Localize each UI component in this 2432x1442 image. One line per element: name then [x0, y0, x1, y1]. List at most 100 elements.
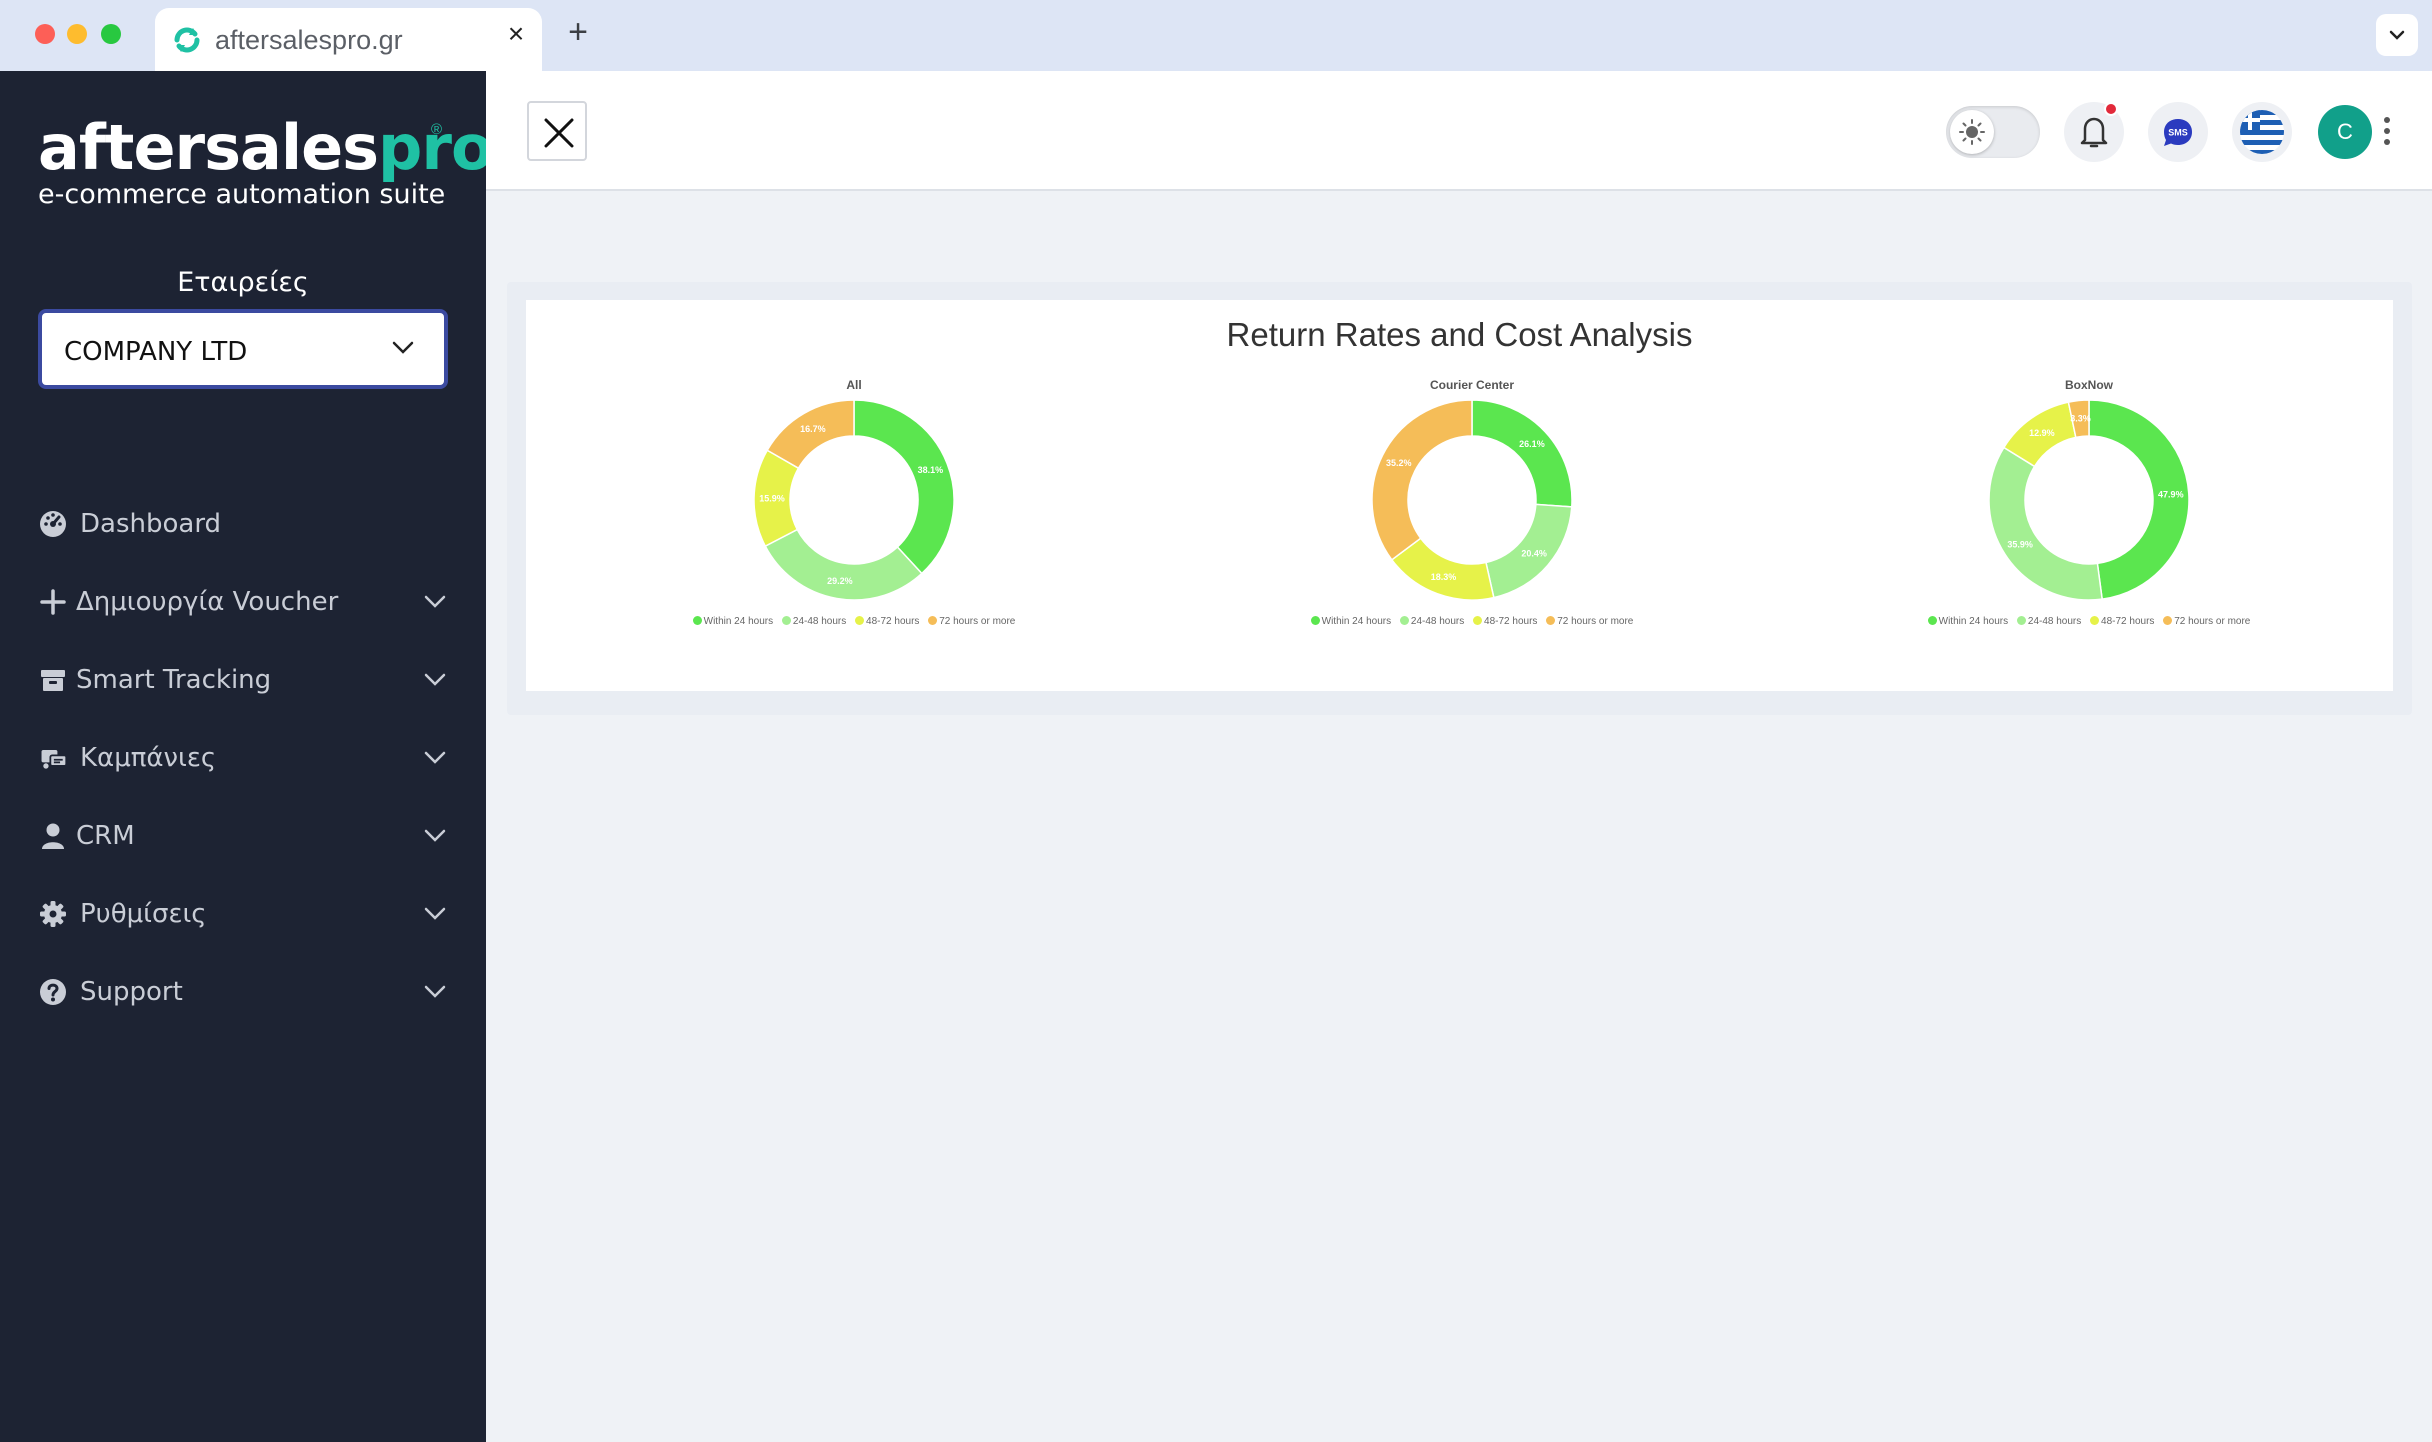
sidebar-item-smart-tracking[interactable]: Smart Tracking	[0, 647, 486, 725]
user-avatar[interactable]: C	[2318, 105, 2372, 159]
chevron-down-icon	[2389, 30, 2405, 40]
window-close-dot[interactable]	[35, 24, 55, 44]
sidebar-item-settings[interactable]: Ρυθμίσεις	[0, 881, 486, 959]
legend-dot	[928, 616, 938, 625]
donut-slice[interactable]	[1471, 400, 1572, 508]
close-sidebar-button[interactable]	[527, 101, 587, 161]
legend-label: Within 24 hours	[1938, 616, 2009, 627]
legend-item[interactable]: 24-48 hours	[781, 616, 846, 627]
legend-label: 48-72 hours	[2101, 616, 2155, 627]
donut-slice-label: 35.2%	[1386, 458, 1412, 468]
legend-item[interactable]: Within 24 hours	[1310, 616, 1392, 627]
legend-item[interactable]: 24-48 hours	[1399, 616, 1465, 627]
donut-title: BoxNow	[2065, 378, 2113, 392]
new-tab-icon[interactable]: +	[560, 14, 596, 50]
app-logo[interactable]: aftersalespro ®	[38, 111, 494, 184]
analytics-panel: Return Rates and Cost Analysis All 38.1%…	[507, 282, 2412, 715]
language-button[interactable]	[2232, 102, 2292, 162]
donut-slice-label: 3.3%	[2070, 413, 2091, 423]
chevron-down-icon	[392, 341, 414, 354]
legend-dot	[855, 616, 865, 625]
legend-label: 72 hours or more	[939, 616, 1016, 627]
sidebar-item-crm[interactable]: CRM	[0, 803, 486, 881]
more-options-icon[interactable]	[2384, 117, 2392, 147]
sms-icon: SMS	[2164, 119, 2192, 146]
legend-item[interactable]: Within 24 hours	[1927, 616, 2009, 627]
donut-slice[interactable]	[1372, 400, 1473, 561]
chevron-down-icon	[424, 907, 446, 920]
donut-slice[interactable]	[766, 400, 855, 470]
chevron-down-icon	[424, 751, 446, 764]
donut-slice-label: 12.9%	[2029, 428, 2055, 438]
legend-label: 24-48 hours	[2027, 616, 2082, 627]
sidebar-item-label: Ρυθμίσεις	[80, 899, 207, 929]
company-select-value: COMPANY LTD	[64, 337, 248, 367]
donut-slice[interactable]	[853, 400, 954, 575]
legend-item[interactable]: 24-48 hours	[2016, 616, 2082, 627]
tab-list-button[interactable]	[2376, 14, 2418, 56]
sms-label: SMS	[2168, 128, 2188, 138]
notifications-button[interactable]	[2064, 102, 2124, 162]
legend-label: 72 hours or more	[1557, 616, 1634, 627]
logo-tagline: e-commerce automation suite	[38, 179, 446, 210]
legend-label: Within 24 hours	[1321, 616, 1392, 627]
legend-item[interactable]: 72 hours or more	[1546, 616, 1633, 627]
tab-title: aftersalespro.gr	[215, 25, 403, 55]
box-icon	[41, 670, 65, 691]
sidebar-item-label: Dashboard	[80, 509, 222, 539]
legend-item[interactable]: 72 hours or more	[928, 616, 1015, 627]
sidebar-item-dashboard[interactable]: Dashboard	[0, 491, 486, 569]
donut-slice-label: 26.1%	[1519, 439, 1545, 449]
sidebar-item-support[interactable]: Support	[0, 959, 486, 1037]
donut-chart-all: All 38.1% 29.2% 15.9% 16.7% Within 24 hours…	[654, 370, 1054, 660]
sidebar-item-create-voucher[interactable]: Δημιουργία Voucher	[0, 569, 486, 647]
theme-toggle[interactable]	[1946, 106, 2040, 158]
legend-dot	[1399, 616, 1409, 625]
sidebar-item-campaigns[interactable]: Καμπάνιες	[0, 725, 486, 803]
donut-slice-label: 15.9%	[759, 493, 785, 503]
dashboard-gauge-icon	[40, 511, 66, 537]
sidebar-item-label: Δημιουργία Voucher	[76, 587, 339, 617]
tab-close-icon[interactable]: ×	[502, 20, 530, 48]
legend-dot	[692, 616, 702, 625]
donut-slice-label: 18.3%	[1431, 572, 1457, 582]
legend-item[interactable]: 72 hours or more	[2163, 616, 2250, 627]
legend-item[interactable]: 48-72 hours	[1473, 616, 1537, 627]
donut-slice-label: 47.9%	[2158, 490, 2184, 500]
legend-label: 72 hours or more	[2174, 616, 2251, 627]
chevron-down-icon	[424, 673, 446, 686]
legend-dot	[2016, 616, 2026, 625]
donut-title: Courier Center	[1429, 378, 1515, 392]
legend-label: Within 24 hours	[703, 616, 774, 627]
legend-item[interactable]: 48-72 hours	[2090, 616, 2154, 627]
donut-slice[interactable]	[764, 528, 923, 600]
donut-title: All	[846, 378, 862, 392]
sidebar-item-label: Support	[80, 977, 183, 1007]
return-rates-card: Return Rates and Cost Analysis All 38.1%…	[526, 300, 2393, 691]
favicon-icon	[174, 27, 200, 53]
shipping-campaign-icon	[41, 750, 68, 769]
donut-svg: 26.1% 20.4% 18.3% 35.2%	[1372, 400, 1572, 600]
window-zoom-dot[interactable]	[101, 24, 121, 44]
sms-button[interactable]: SMS	[2148, 102, 2208, 162]
browser-tab[interactable]: aftersalespro.gr ×	[155, 8, 542, 71]
donut-svg: 47.9% 35.9% 12.9% 3.3%	[1989, 400, 2189, 600]
gear-icon	[40, 901, 66, 927]
legend-dot	[2163, 616, 2173, 625]
chart-legend: Within 24 hours 24-48 hours 48-72 hours …	[1272, 616, 1672, 627]
chart-title: Return Rates and Cost Analysis	[1226, 316, 1693, 353]
legend-label: 24-48 hours	[1410, 616, 1465, 627]
donut-slice[interactable]	[1989, 446, 2103, 600]
window-minimize-dot[interactable]	[67, 24, 87, 44]
donut-slice-label: 16.7%	[800, 424, 826, 434]
sun-icon	[1959, 119, 1985, 145]
legend-dot	[1473, 616, 1483, 625]
chevron-down-icon	[424, 595, 446, 608]
company-select[interactable]: COMPANY LTD	[38, 309, 448, 389]
chart-legend: Within 24 hours 24-48 hours 48-72 hours …	[654, 616, 1054, 627]
user-icon	[42, 823, 64, 849]
logo-main: aftersales	[38, 111, 379, 184]
legend-dot	[2090, 616, 2100, 625]
legend-item[interactable]: 48-72 hours	[855, 616, 919, 627]
legend-item[interactable]: Within 24 hours	[692, 616, 774, 627]
